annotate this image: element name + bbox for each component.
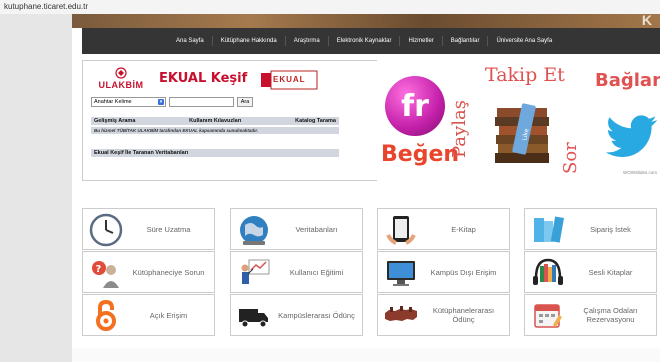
tablet-icon: [386, 216, 416, 245]
tile-label: Veritabanları: [295, 224, 338, 234]
tile-label: Sipariş İstek: [590, 224, 631, 234]
browser-url-bar[interactable]: kutuphane.ticaret.edu.tr: [0, 0, 660, 14]
truck-icon: [239, 309, 268, 328]
open-access-icon: [96, 299, 116, 331]
ekual-title: EKUAL Keşif: [159, 71, 248, 86]
social-media-slider[interactable]: fr Beğen Paylaş Takip Et Bağlan Like Sor…: [377, 60, 660, 181]
link-gelismis-arama[interactable]: Gelişmiş Arama: [94, 117, 135, 125]
ekual-links-bar: Gelişmiş Arama Kullanım Kılavuzları Kata…: [91, 117, 339, 125]
tile-label: Sesli Kitaplar: [588, 267, 633, 277]
main-navbar: Ana Sayfa Kütüphane Hakkında Araştırma E…: [82, 28, 660, 54]
tile-label: Kütüphanelerarası Ödünç: [432, 306, 495, 324]
books-icon: [534, 216, 565, 243]
headphones-icon: [533, 258, 563, 285]
nav-item-arastirma[interactable]: Araştırma: [286, 36, 329, 46]
tile-label: E-Kitap: [451, 224, 476, 234]
nav-item-universite-ana-sayfa[interactable]: Üniversite Ana Sayfa: [488, 36, 560, 46]
tile-kutuphanelerarasi-odunc[interactable]: Kütüphanelerarası Ödünç: [377, 294, 510, 336]
search-input[interactable]: [169, 97, 234, 107]
tile-sesli-kitaplar[interactable]: Sesli Kitaplar: [524, 251, 657, 293]
ekual-search-row: Anahtar Kelime ▾ Ara: [91, 97, 253, 107]
ekual-logo-text: EKUAL: [273, 75, 306, 84]
calendar-icon: [534, 304, 562, 328]
url-text: kutuphane.ticaret.edu.tr: [4, 2, 89, 11]
tile-acik-erisim[interactable]: Açık Erişim: [82, 294, 215, 336]
twitter-bird-icon: [605, 115, 657, 157]
teacher-icon: [241, 259, 270, 284]
tile-label: Kütüphaneciye Sorun: [132, 267, 205, 277]
tile-sure-uzatma[interactable]: Süre Uzatma: [82, 208, 215, 250]
turkey-map-icon: [385, 306, 417, 321]
search-field-select[interactable]: Anahtar Kelime ▾: [91, 97, 166, 107]
service-tiles-grid: Süre Uzatma Veritabanları E-Kitap Sipari…: [72, 200, 660, 340]
search-select-value: Anahtar Kelime: [94, 99, 132, 105]
books-like-icon: Like: [495, 103, 549, 163]
content-column: K Ana Sayfa Kütüphane Hakkında Araştırma…: [72, 12, 660, 362]
page: K Ana Sayfa Kütüphane Hakkında Araştırma…: [0, 12, 660, 362]
ulakbim-logo: ULAKBİM: [91, 67, 151, 93]
tile-kampus-disi-erisim[interactable]: Kampüs Dışı Erişim: [377, 251, 510, 293]
svg-text:?: ?: [96, 264, 102, 275]
tile-kampuslerarasi-odunc[interactable]: Kampüslerarası Ödünç: [230, 294, 363, 336]
paylas-text: Paylaş: [449, 100, 470, 158]
nav-item-baglantilar[interactable]: Bağlantılar: [443, 36, 489, 46]
begen-text: Beğen: [381, 142, 460, 167]
tile-siparis-istek[interactable]: Sipariş İstek: [524, 208, 657, 250]
question-person-icon: ?: [92, 261, 119, 288]
ekual-service-note: Bu hizmet TÜBİTAK ULAKBİM tarafından EKU…: [91, 127, 339, 134]
tile-label: Kullanıcı Eğitimi: [289, 267, 344, 277]
link-katalog-tarama[interactable]: Katalog Tarama: [295, 117, 336, 125]
tile-label: Kampüs Dışı Erişim: [430, 267, 497, 277]
tile-label: Açık Erişim: [149, 310, 188, 320]
wowslides-watermark: WOWSlides.com: [623, 170, 658, 175]
ulakbim-text: ULAKBİM: [98, 80, 144, 90]
search-button[interactable]: Ara: [237, 97, 253, 107]
tile-veritabanlari[interactable]: Veritabanları: [230, 208, 363, 250]
tubitak-mark-icon: [115, 67, 127, 79]
tile-e-kitap[interactable]: E-Kitap: [377, 208, 510, 250]
takip-et-text: Takip Et: [485, 64, 565, 86]
banner-letter: K: [641, 12, 652, 28]
tile-label: Süre Uzatma: [146, 224, 191, 234]
footer-strip: [72, 348, 660, 362]
facebook-fr-icon: fr: [385, 76, 445, 136]
nav-item-hizmetler[interactable]: Hizmetler: [400, 36, 443, 46]
globe-icon: [240, 216, 268, 245]
clock-icon: [89, 213, 123, 247]
tile-label: Çalışma Odaları Rezervasyonu: [583, 306, 638, 324]
nav-item-elektronik-kaynaklar[interactable]: Elektronik Kaynaklar: [329, 36, 401, 46]
nav-item-ana-sayfa[interactable]: Ana Sayfa: [168, 36, 213, 46]
header-banner-image: K: [72, 12, 660, 28]
tile-kullanici-egitimi[interactable]: Kullanıcı Eğitimi: [230, 251, 363, 293]
tile-calisma-odalari-rezervasyonu[interactable]: Çalışma Odaları Rezervasyonu: [524, 294, 657, 336]
nav-item-kutuphane-hakkinda[interactable]: Kütüphane Hakkında: [213, 36, 286, 46]
tile-kutuphaneciye-sorun[interactable]: ? Kütüphaneciye Sorun: [82, 251, 215, 293]
link-kullanim-kilavuzlari[interactable]: Kullanım Kılavuzları: [189, 117, 241, 125]
chevron-down-icon: ▾: [158, 99, 164, 105]
monitor-icon: [387, 261, 415, 286]
tile-label: Kampüslerarası Ödünç: [278, 310, 355, 320]
sor-text: Sor: [560, 142, 581, 174]
ekual-logo: EKUAL: [259, 69, 319, 91]
baglan-text: Bağlan: [595, 70, 660, 91]
link-taranan-veritabanlari[interactable]: Ekual Keşif İle Taranan Veritabanları: [91, 149, 339, 157]
